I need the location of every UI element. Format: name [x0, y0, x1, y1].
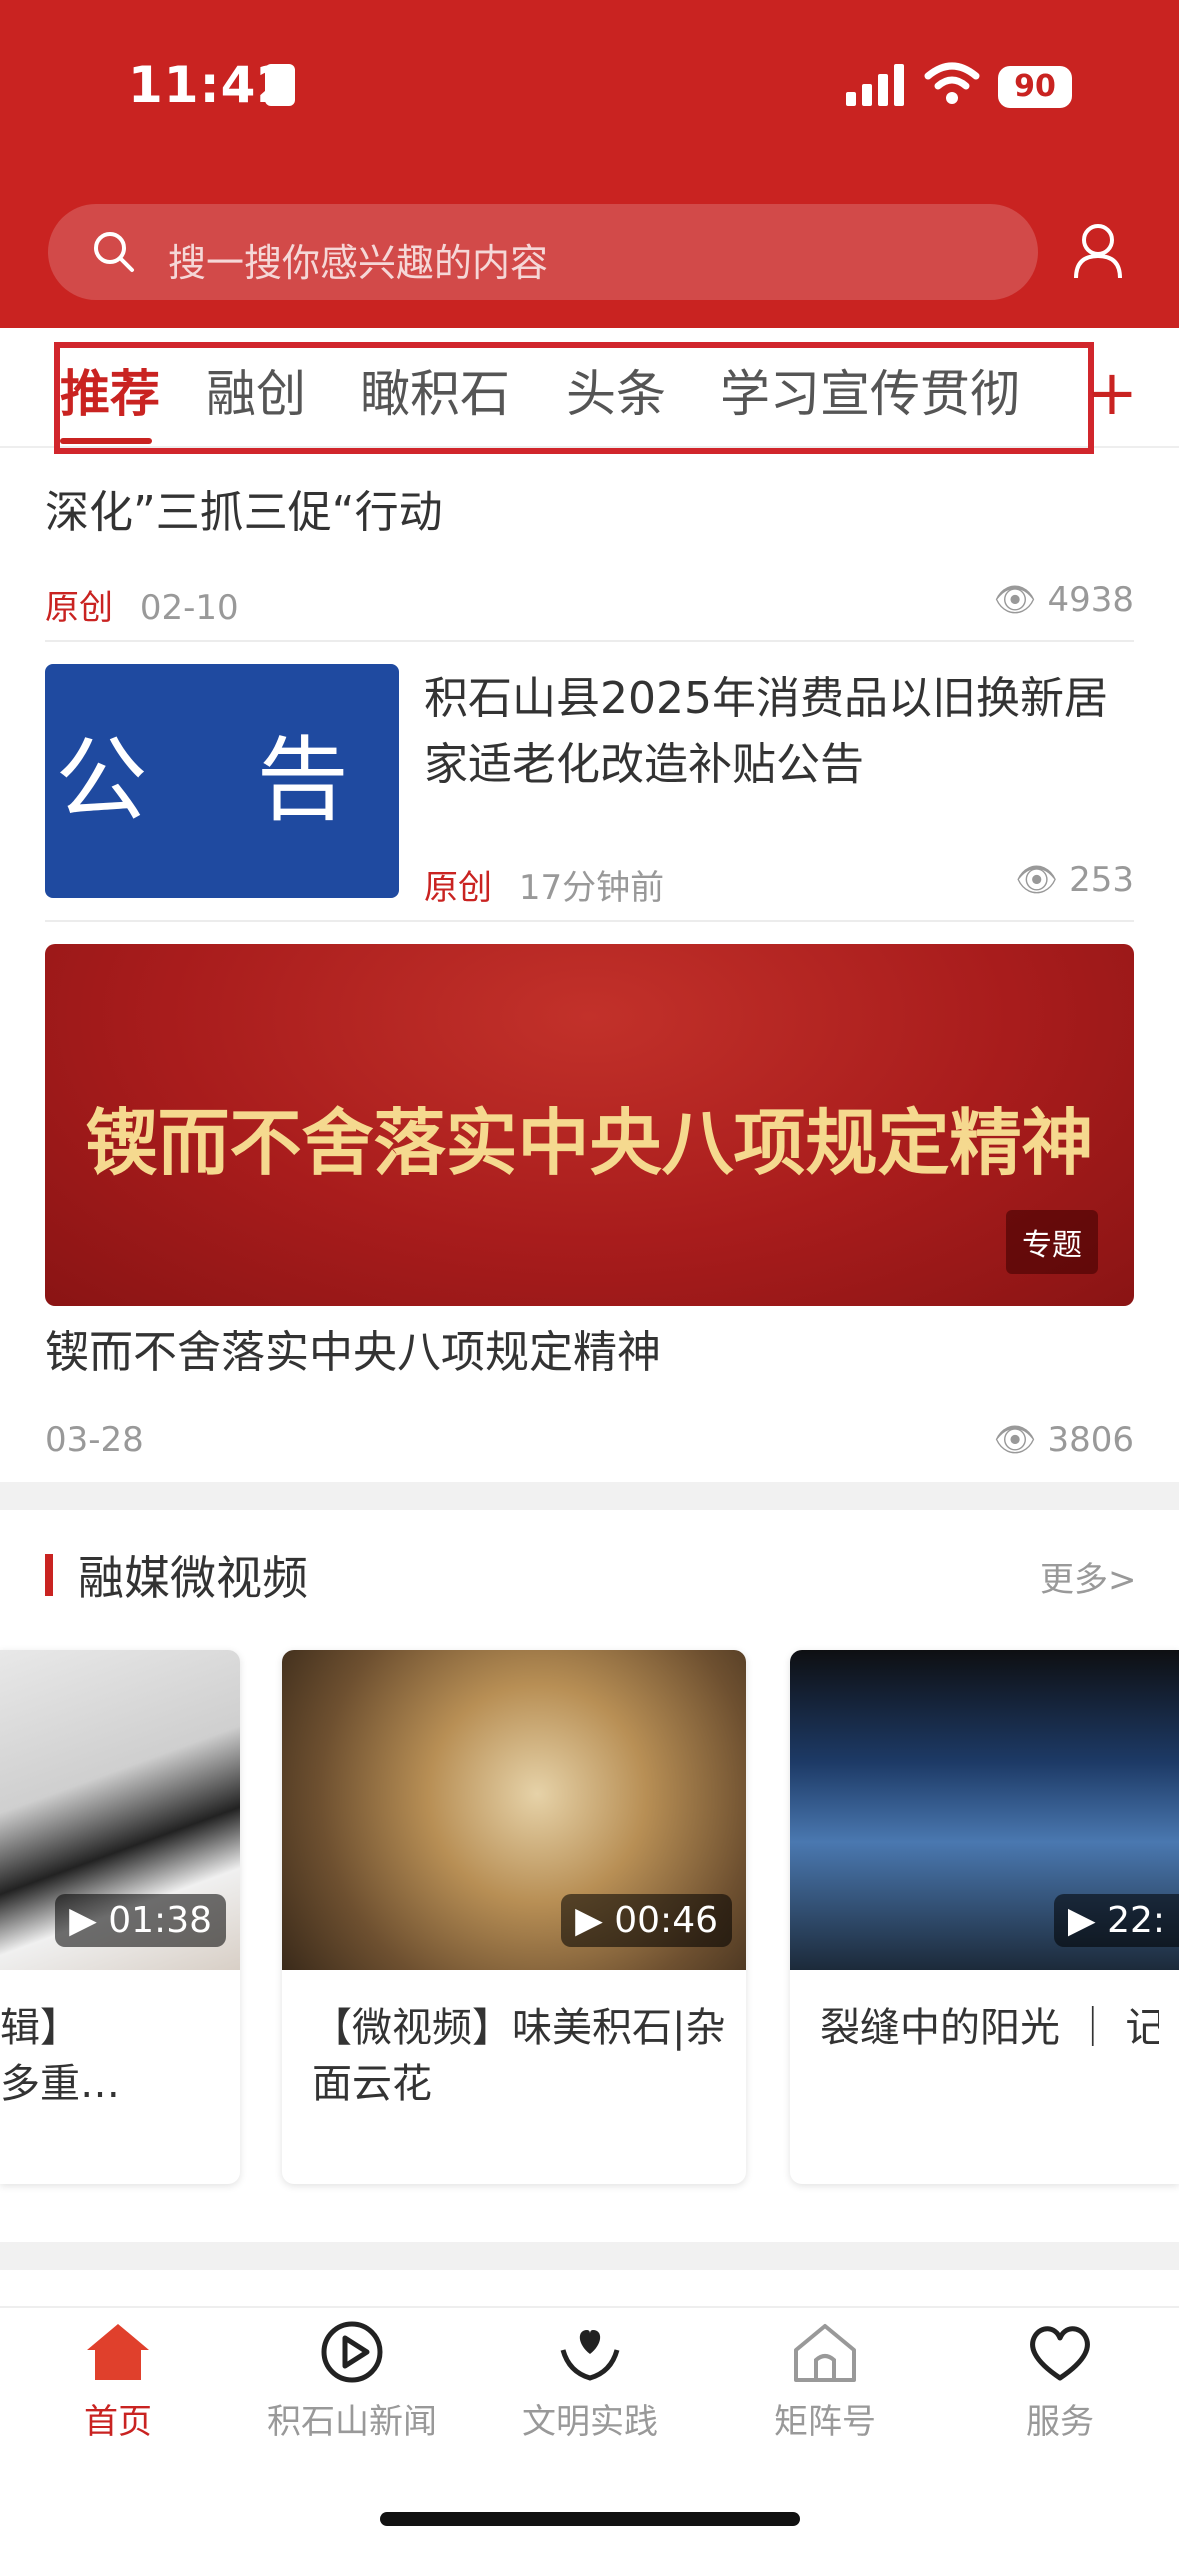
house-icon [794, 2324, 856, 2382]
tab-label: 积石山新闻 [267, 2402, 437, 2442]
article-title[interactable]: 深化”三抓三促“行动 [45, 480, 443, 546]
section-marker [45, 1554, 53, 1596]
heart-hands-icon [560, 2330, 620, 2381]
tab-service[interactable]: 服务 [970, 2320, 1150, 2443]
tab-civilization[interactable]: 文明实践 [500, 2320, 680, 2443]
tabs-highlight-box [54, 342, 1094, 454]
section-title: 融媒微视频 [78, 1551, 308, 1605]
wifi-icon [924, 62, 980, 104]
article-date: 17分钟前 [518, 868, 665, 908]
eye-icon: 👁 [1015, 860, 1059, 900]
video-card[interactable]: ▶ 00:46 【微视频】味美积石|杂面云花 [282, 1650, 746, 2184]
more-link[interactable]: 更多> [1040, 1552, 1137, 1601]
video-card[interactable]: ▶ 22: 裂缝中的阳光 ｜ 记战在积石山地震灾… [790, 1650, 1179, 2184]
tab-news[interactable]: 积石山新闻 [262, 2320, 442, 2443]
video-title: 辑】 多重… [0, 2005, 120, 2107]
video-card[interactable]: ▶ 01:38 辑】 多重… [0, 1650, 240, 2184]
lock-screen-icon [265, 64, 295, 106]
special-topic-banner[interactable]: 锲而不舍落实中央八项规定精神 专题 [45, 944, 1134, 1306]
article-date: 03-28 [45, 1420, 144, 1460]
article-title[interactable]: 锲而不舍落实中央八项规定精神 [45, 1320, 661, 1386]
divider [45, 640, 1134, 642]
heart-icon [1030, 2326, 1090, 2381]
section-separator [0, 2242, 1179, 2270]
video-title: 裂缝中的阳光 ｜ 记战在积石山地震灾… [820, 2005, 1159, 2051]
tab-label: 首页 [84, 2402, 152, 2442]
add-channel-button[interactable]: + [1086, 356, 1138, 429]
eye-icon: 👁 [993, 1420, 1037, 1460]
user-profile-icon[interactable] [1072, 222, 1124, 280]
play-icon [321, 2321, 383, 2383]
article-date: 02-10 [139, 588, 239, 628]
section-separator [0, 1482, 1179, 1510]
search-placeholder[interactable]: 搜一搜你感兴趣的内容 [168, 232, 548, 287]
video-duration: ▶ 22: [1053, 1894, 1179, 1947]
topic-badge: 专题 [1006, 1210, 1098, 1274]
cellular-signal-icon [846, 64, 904, 106]
banner-title: 锲而不舍落实中央八项规定精神 [85, 1100, 1094, 1185]
notice-thumbnail[interactable]: 公 告 [45, 664, 399, 898]
battery-indicator: 90 [998, 66, 1072, 108]
video-duration: ▶ 00:46 [561, 1894, 732, 1947]
source-label: 原创 [424, 868, 492, 908]
search-icon [94, 232, 134, 272]
home-indicator [380, 2512, 800, 2526]
source-label: 原创 [45, 588, 113, 628]
tab-label: 服务 [1026, 2402, 1094, 2442]
video-title: 【微视频】味美积石|杂面云花 [312, 2005, 726, 2107]
view-count: 👁 4938 [993, 580, 1134, 620]
view-count: 👁 3806 [993, 1420, 1134, 1460]
tab-label: 文明实践 [522, 2402, 658, 2442]
tab-home[interactable]: 首页 [28, 2320, 208, 2443]
tab-label: 矩阵号 [774, 2402, 876, 2442]
video-duration: ▶ 01:38 [55, 1894, 226, 1947]
eye-icon: 👁 [993, 580, 1037, 620]
article-meta: 原创 02-10 [45, 580, 239, 629]
tab-matrix[interactable]: 矩阵号 [735, 2320, 915, 2443]
view-count: 👁 253 [1015, 860, 1134, 900]
article-title[interactable]: 积石山县2025年消费品以旧换新居家适老化改造补贴公告 [424, 666, 1134, 798]
home-icon [87, 2324, 149, 2380]
article-meta: 原创 17分钟前 [424, 860, 664, 909]
divider [45, 920, 1134, 922]
